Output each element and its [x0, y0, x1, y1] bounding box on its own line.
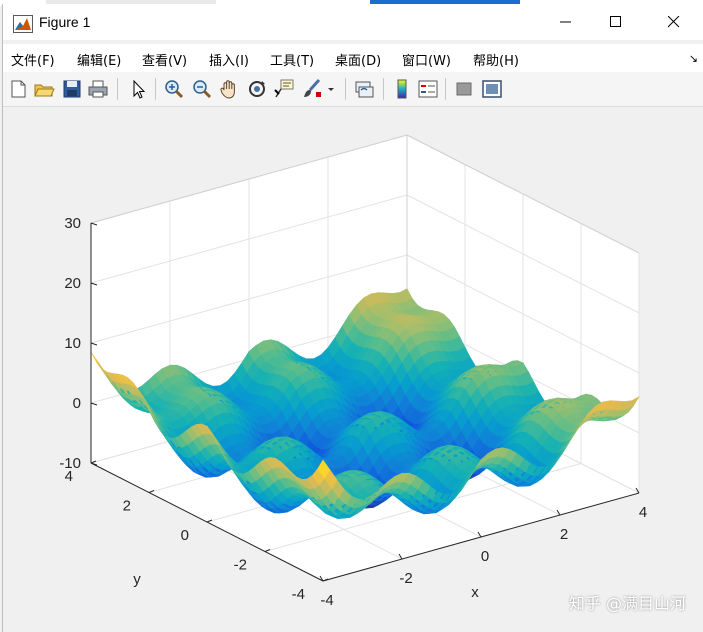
menu-window[interactable]: 窗口(W)	[402, 50, 451, 69]
brush-icon[interactable]	[301, 78, 323, 100]
select-arrow-icon[interactable]	[127, 78, 149, 100]
zoom-in-icon[interactable]	[163, 78, 185, 100]
y-tick-label: -4	[292, 586, 305, 603]
save-icon[interactable]	[61, 78, 83, 100]
title-bar[interactable]: Figure 1	[3, 4, 703, 40]
x-tick-label: -2	[399, 570, 412, 587]
link-plot-icon[interactable]	[353, 78, 375, 100]
print-icon[interactable]	[87, 78, 109, 100]
hide-plot-tools-icon[interactable]	[453, 78, 475, 100]
z-tick-label: 10	[64, 335, 81, 352]
z-tick-label: 20	[64, 275, 81, 292]
minimize-button[interactable]	[543, 4, 589, 40]
toolbar-separator	[117, 78, 118, 100]
y-tick-label: 0	[181, 527, 189, 544]
x-tick-label: 0	[481, 548, 489, 565]
rotate-3d-icon[interactable]	[246, 78, 268, 100]
y-axis-label: y	[133, 571, 141, 588]
figure-window: Figure 1 文件(F) 编辑(E) 查看(V) 插入(I) 工具(T) 桌…	[2, 4, 703, 632]
x-tick-label: 4	[639, 504, 647, 521]
pan-hand-icon[interactable]	[218, 78, 240, 100]
show-plot-tools-icon[interactable]	[481, 78, 503, 100]
matlab-figure-icon	[13, 15, 33, 33]
colorbar-icon[interactable]	[391, 78, 413, 100]
close-icon	[668, 16, 680, 28]
maximize-button[interactable]	[593, 4, 639, 40]
menu-desktop[interactable]: 桌面(D)	[335, 50, 381, 69]
maximize-icon	[610, 16, 621, 27]
dock-arrow-icon[interactable]: ↘	[689, 52, 698, 65]
watermark-text: 知乎 @满目山河	[568, 594, 686, 613]
y-tick-label: 2	[123, 498, 131, 515]
toolbar-separator	[345, 78, 346, 100]
z-tick-label: 0	[73, 395, 81, 412]
new-figure-icon[interactable]	[7, 78, 29, 100]
y-tick-label: -2	[234, 557, 247, 574]
zoom-out-icon[interactable]	[191, 78, 213, 100]
surface-plot[interactable]: -4-2024-4-2024-100102030xy	[3, 107, 703, 632]
axes-area[interactable]: -4 -2 0 2 4 -4 -2 0 2 4 -10 0 10 20 30 x y	[3, 107, 703, 632]
legend-icon[interactable]	[417, 78, 439, 100]
window-title: Figure 1	[39, 14, 91, 30]
menu-tools[interactable]: 工具(T)	[270, 50, 314, 69]
menu-file[interactable]: 文件(F)	[11, 50, 55, 69]
open-file-icon[interactable]	[33, 78, 55, 100]
menu-view[interactable]: 查看(V)	[142, 50, 187, 69]
menu-bar: 文件(F) 编辑(E) 查看(V) 插入(I) 工具(T) 桌面(D) 窗口(W…	[3, 44, 703, 72]
brush-dropdown-icon[interactable]	[325, 78, 337, 100]
menu-insert[interactable]: 插入(I)	[209, 50, 249, 69]
x-tick-label: -4	[320, 592, 333, 609]
x-axis-label: x	[471, 584, 479, 601]
close-button[interactable]	[651, 4, 697, 40]
menu-help[interactable]: 帮助(H)	[473, 50, 519, 69]
figure-toolbar	[3, 72, 703, 107]
z-tick-label: -10	[59, 455, 81, 472]
z-tick-label: 30	[64, 215, 81, 232]
toolbar-separator	[383, 78, 384, 100]
toolbar-separator	[155, 78, 156, 100]
menu-edit[interactable]: 编辑(E)	[77, 50, 121, 69]
data-cursor-icon[interactable]	[273, 78, 295, 100]
x-tick-label: 2	[560, 526, 568, 543]
toolbar-separator	[445, 78, 446, 100]
minimize-icon	[560, 21, 571, 23]
